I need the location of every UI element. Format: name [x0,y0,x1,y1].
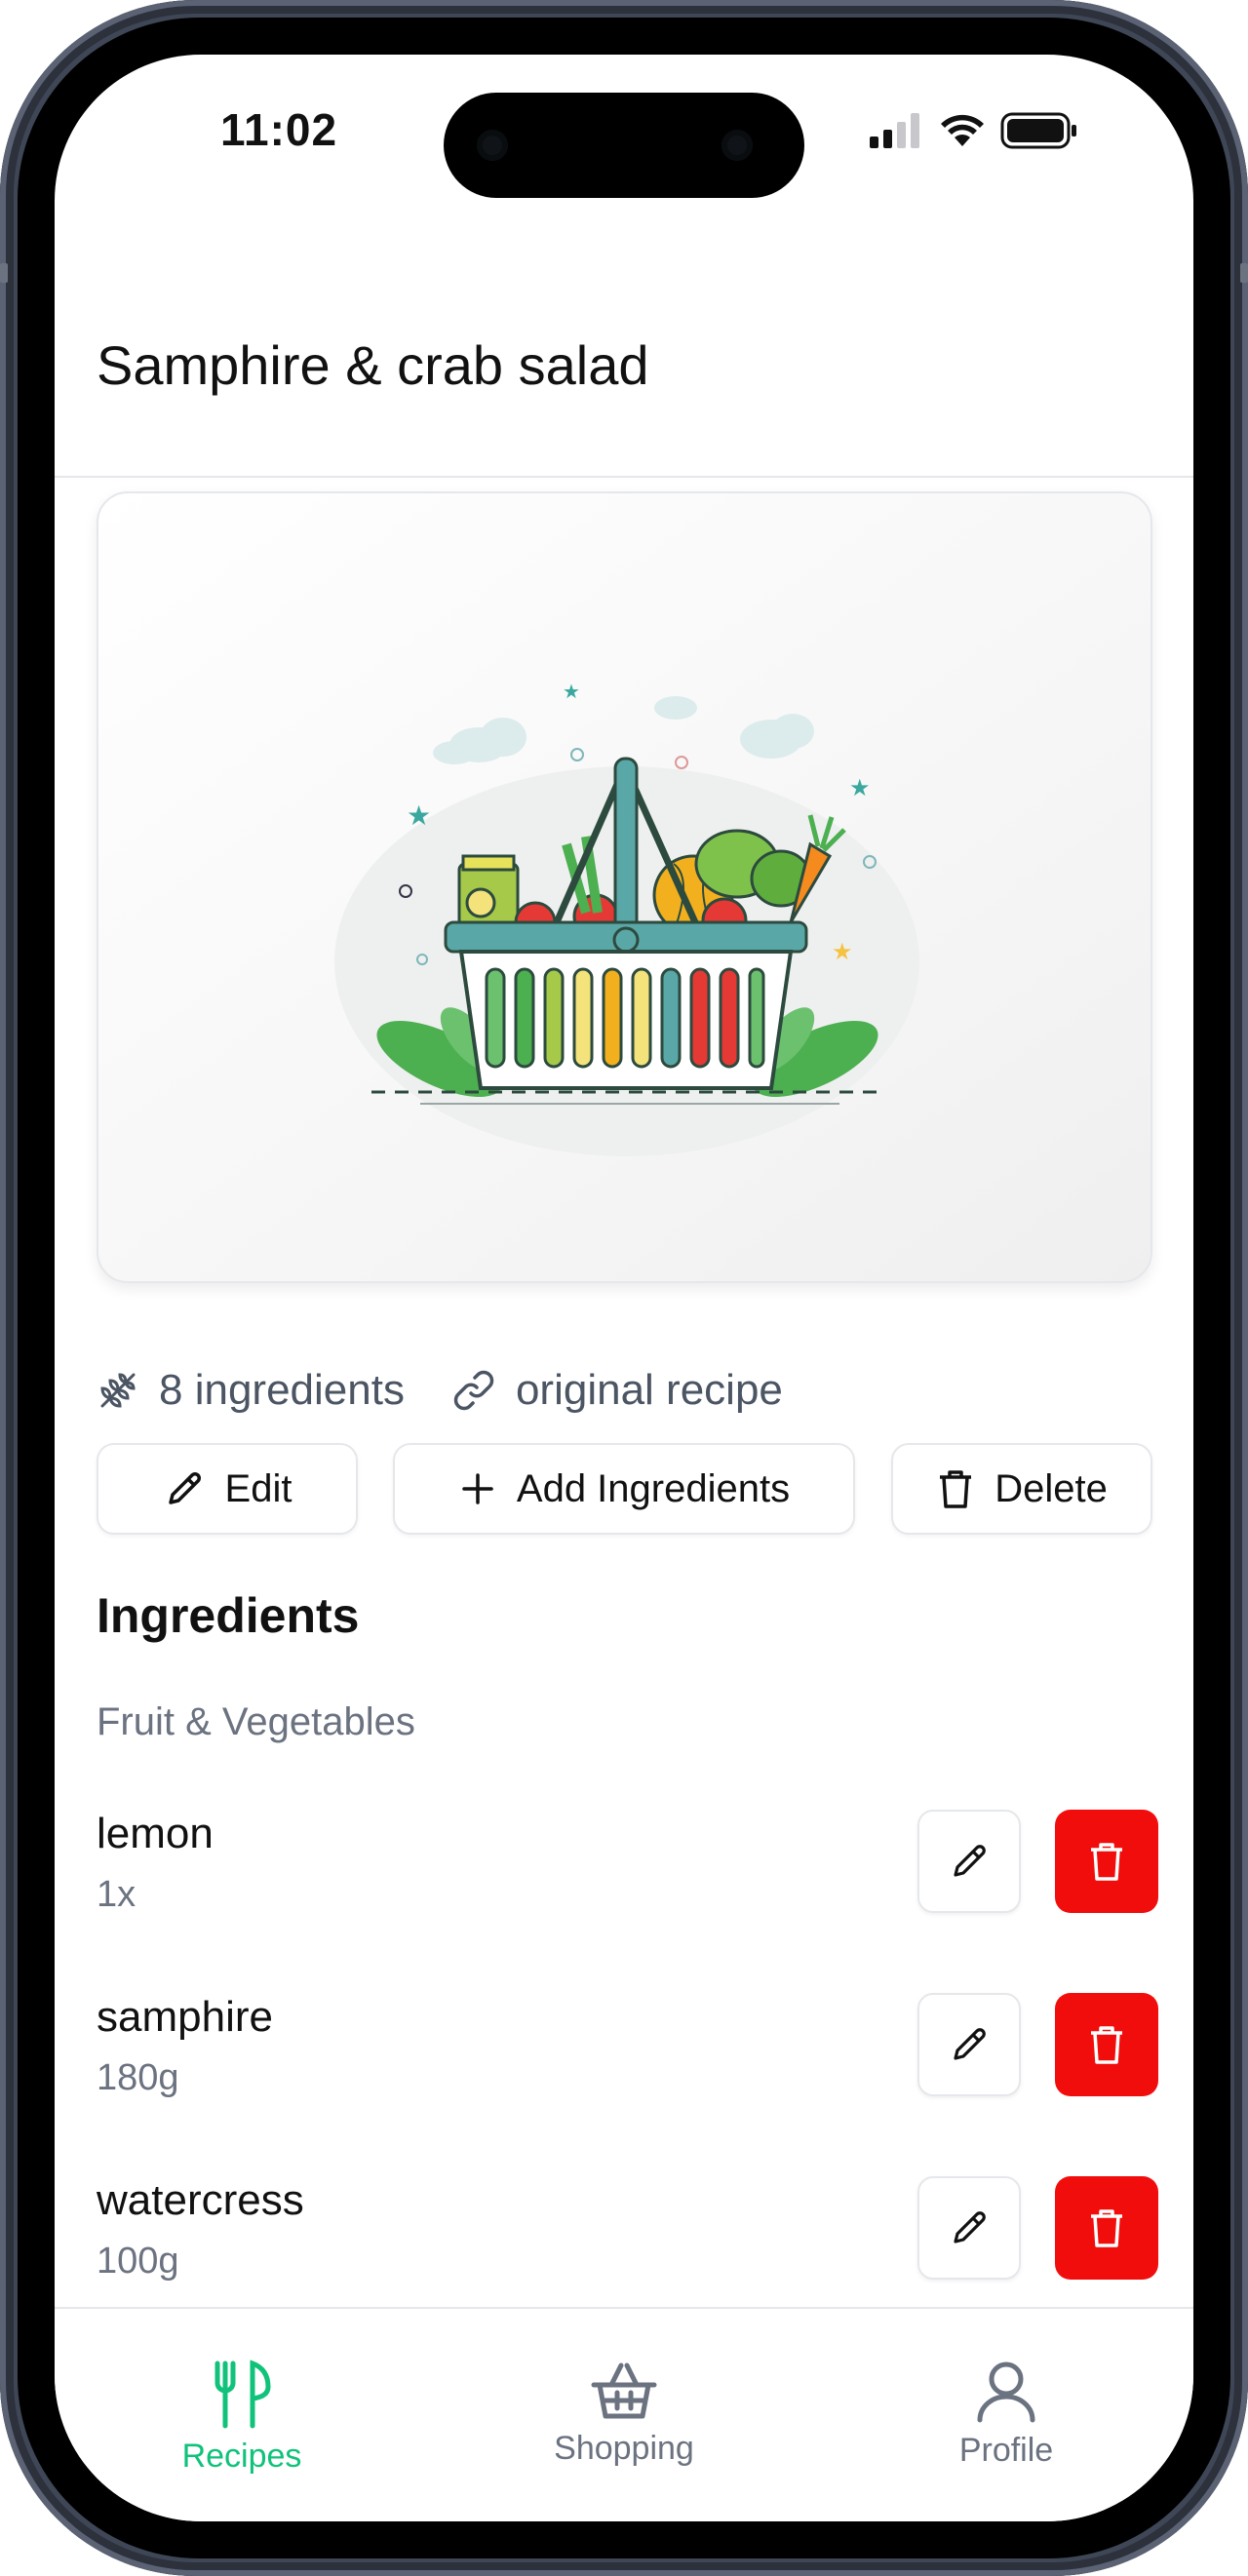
svg-text:★: ★ [563,682,580,703]
ingredient-quantity: 100g [97,2241,179,2282]
pencil-icon [168,1472,201,1504]
tab-profile[interactable]: Profile [879,2360,1133,2470]
trash-icon [1091,1843,1122,1881]
battery-icon [1000,112,1076,149]
tab-label: Shopping [554,2430,694,2467]
tab-label: Recipes [181,2438,302,2475]
tab-recipes[interactable]: Recipes [115,2360,369,2476]
cellular-signal-icon [870,113,919,148]
delete-ingredient-button[interactable] [1055,2176,1158,2280]
status-icons [870,111,1078,150]
edit-button-label: Edit [224,1466,292,1510]
edit-ingredient-button[interactable] [917,2176,1021,2280]
edit-recipe-button[interactable]: Edit [97,1443,358,1535]
trash-icon [1091,2209,1122,2247]
sensor-icon [477,130,508,161]
edit-ingredient-button[interactable] [917,1810,1021,1913]
pencil-icon [954,2211,986,2244]
tab-label: Profile [958,2432,1054,2469]
recipe-meta: 8 ingredients original recipe [97,1361,783,1420]
app-screen: 11:02 Samphire & crab salad ★ ★ ★ ★ 8 in… [55,55,1193,2521]
original-recipe-link[interactable]: original recipe [451,1366,783,1415]
trash-icon [1091,2026,1122,2064]
ingredient-quantity: 1x [97,1874,136,1915]
tab-shopping[interactable]: Shopping [497,2360,751,2468]
add-ingredients-label: Add Ingredients [516,1466,791,1510]
ingredient-row: watercress 100g [97,2176,1158,2283]
svg-text:★: ★ [832,939,853,965]
category-label: Fruit & Vegetables [97,1700,415,1743]
svg-text:★: ★ [407,800,431,831]
svg-text:★: ★ [849,775,871,801]
delete-button-label: Delete [994,1466,1108,1510]
camera-icon [722,130,753,161]
dynamic-island [444,93,804,198]
recipe-image: ★ ★ ★ ★ [97,491,1152,1283]
page-header: Samphire & crab salad [55,269,1193,478]
phone-side-button [0,263,8,283]
basket-icon [591,2362,657,2419]
link-icon [453,1370,494,1411]
ingredient-row: lemon 1x [97,1810,1158,1917]
ingredient-name: watercress [97,2176,304,2224]
wifi-icon [941,114,984,146]
delete-ingredient-button[interactable] [1055,1810,1158,1913]
wheat-icon [100,1373,136,1408]
phone-side-button [1240,263,1248,283]
ingredient-quantity: 180g [97,2057,179,2098]
page-title: Samphire & crab salad [97,334,649,396]
add-ingredients-button[interactable]: Add Ingredients [393,1443,855,1535]
ingredient-name: samphire [97,1993,273,2041]
ingredient-name: lemon [97,1810,214,1857]
tab-bar: Recipes Shopping Profile [55,2307,1193,2521]
ingredient-row: samphire 180g [97,1993,1158,2100]
delete-ingredient-button[interactable] [1055,1993,1158,2096]
ingredients-count: 8 ingredients [97,1366,405,1415]
edit-ingredient-button[interactable] [917,1993,1021,2096]
ingredients-count-label: 8 ingredients [159,1366,405,1414]
plus-icon [462,1473,493,1504]
pencil-icon [954,2028,986,2060]
delete-recipe-button[interactable]: Delete [891,1443,1152,1535]
status-time: 11:02 [219,104,338,155]
ingredients-heading: Ingredients [97,1588,360,1643]
grocery-basket-illustration: ★ ★ ★ ★ [334,682,919,1156]
original-recipe-label: original recipe [515,1366,783,1414]
user-icon [977,2361,1035,2423]
pencil-icon [954,1845,986,1877]
fork-knife-icon [214,2360,271,2429]
trash-icon [940,1470,972,1508]
